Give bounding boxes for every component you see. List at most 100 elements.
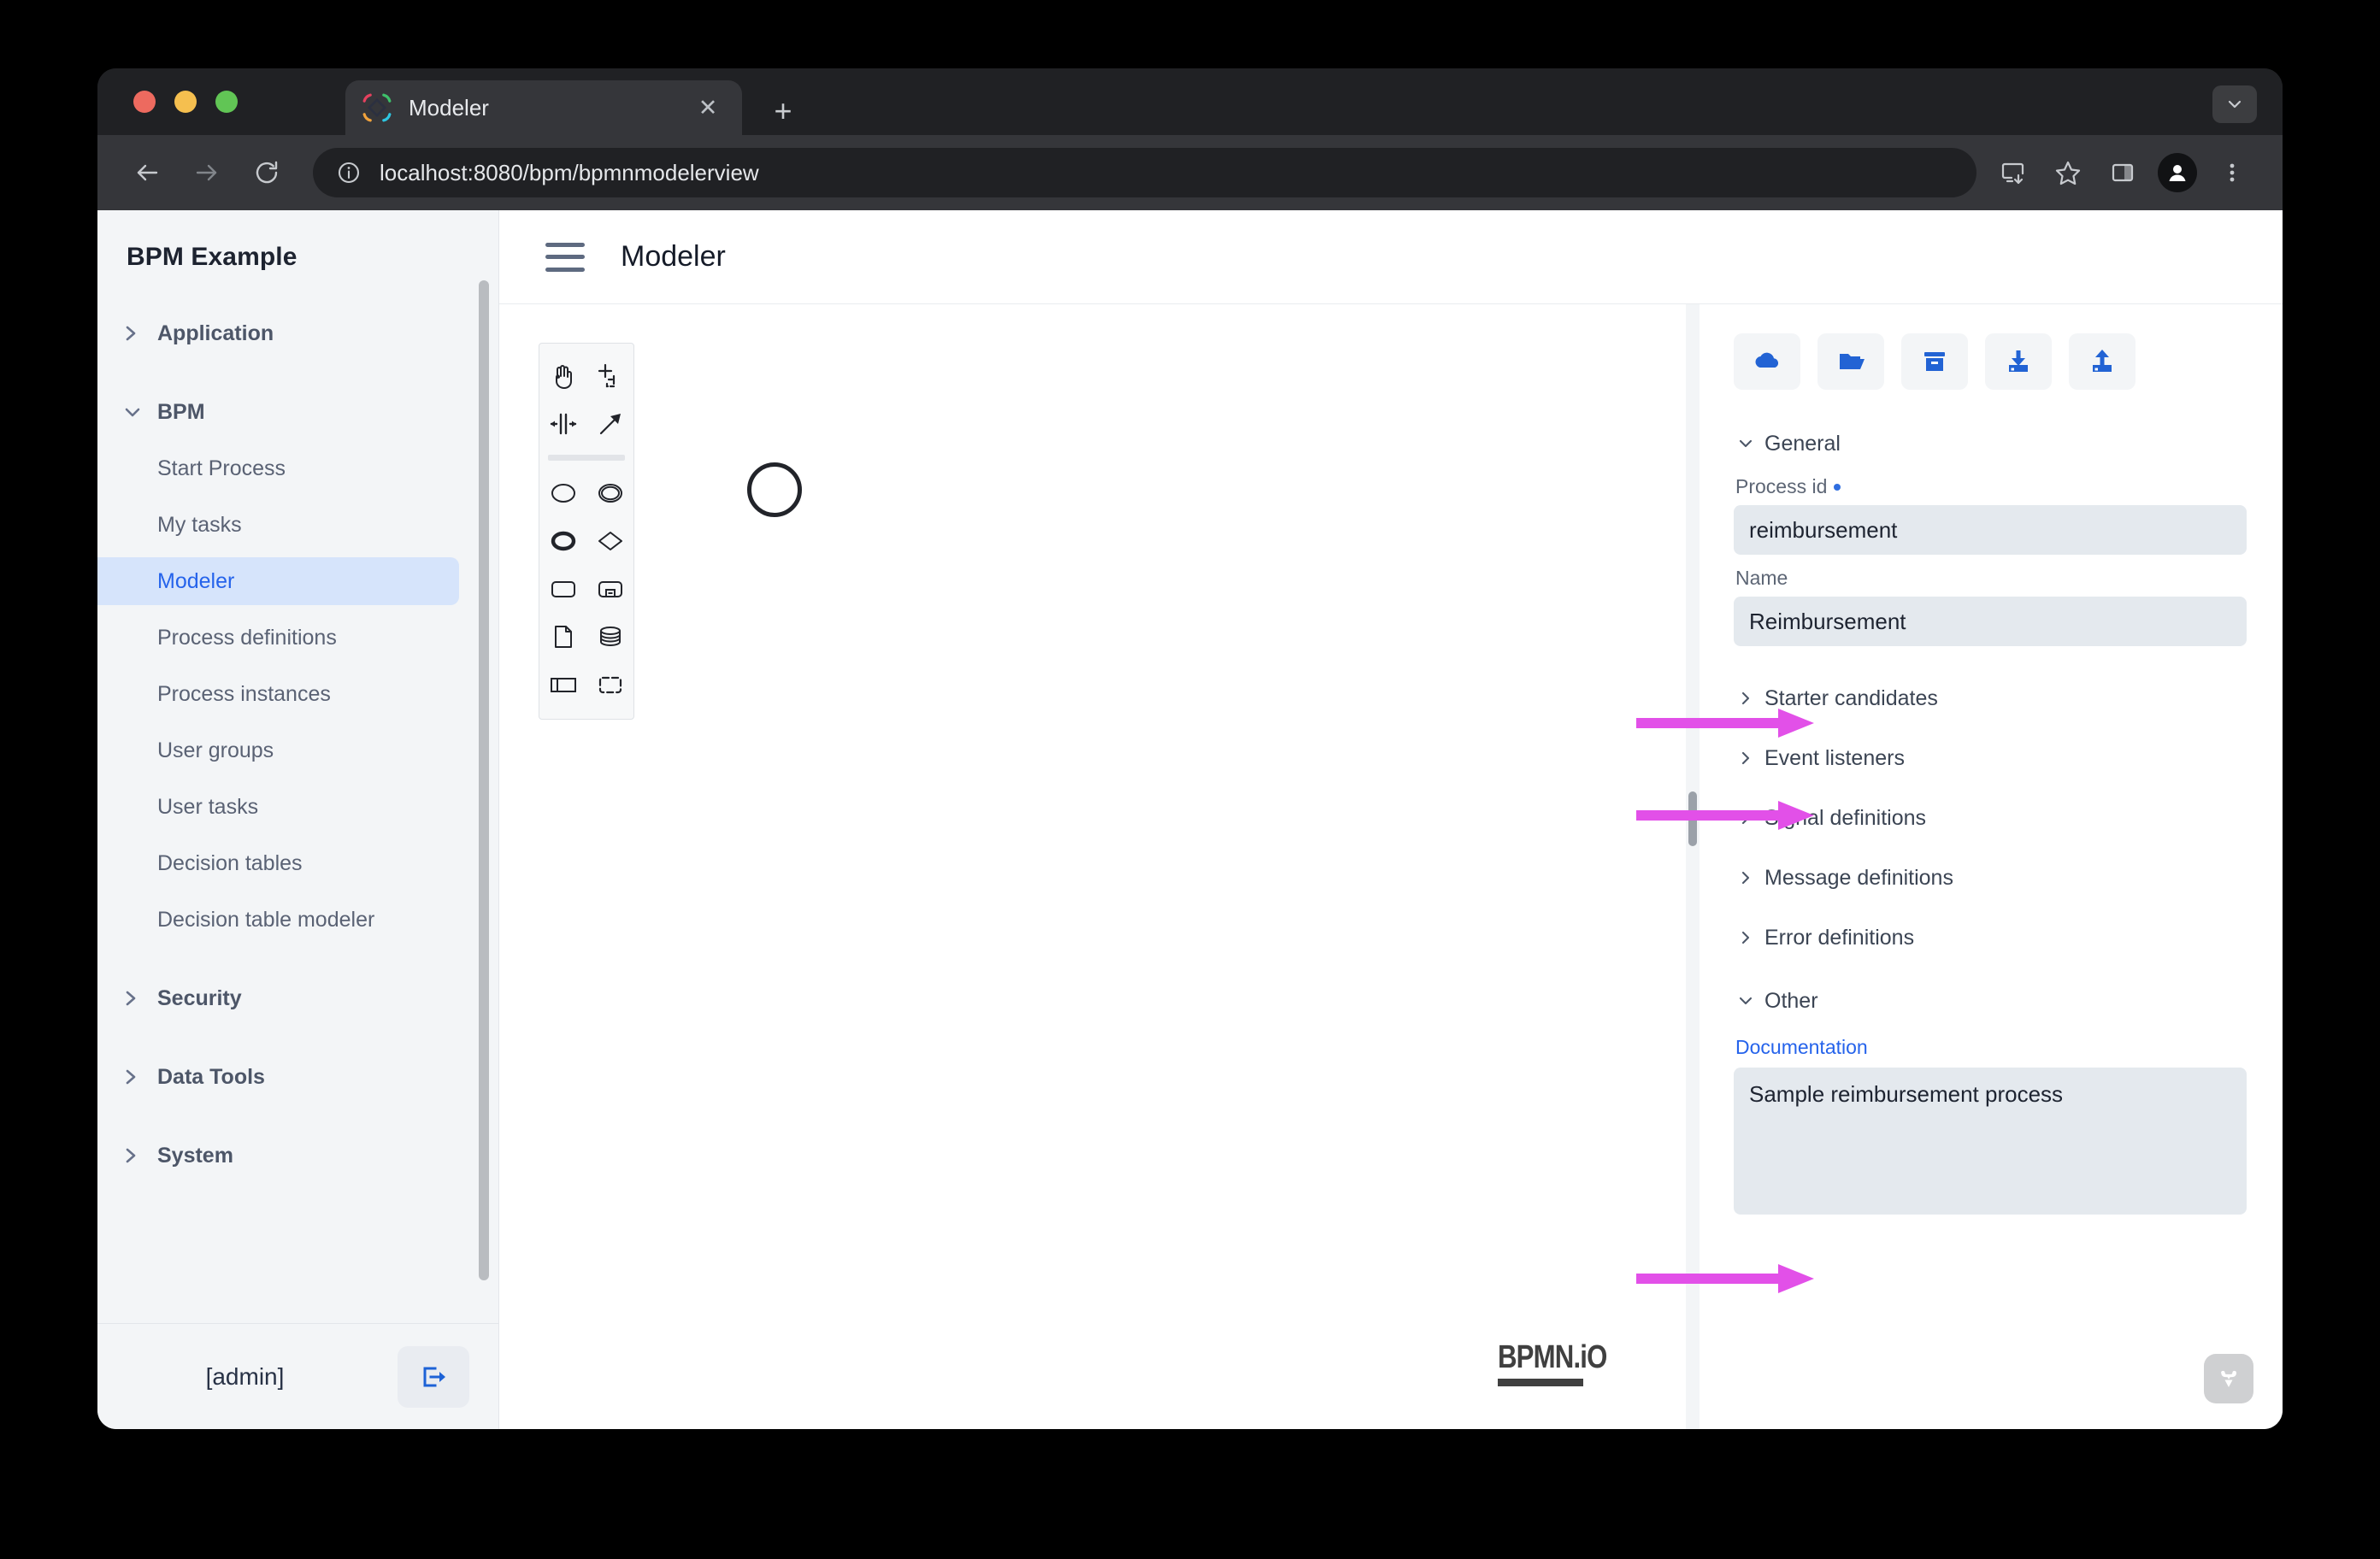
data-store-icon[interactable] <box>589 615 632 658</box>
logout-button[interactable] <box>398 1346 469 1408</box>
start-event-shape[interactable] <box>747 462 802 517</box>
sidebar-group-application[interactable]: Application <box>97 309 498 357</box>
properties-group-signal-definitions[interactable]: Signal definitions <box>1734 788 2247 848</box>
properties-group-other[interactable]: Other <box>1734 981 2247 1021</box>
properties-group-general[interactable]: General <box>1734 424 2247 463</box>
close-window-button[interactable] <box>133 91 156 113</box>
process-id-label-text: Process id <box>1735 475 1827 498</box>
sidebar-group-label: Application <box>157 321 274 346</box>
sidebar-item-decision-tables[interactable]: Decision tables <box>97 839 459 887</box>
bpmn-canvas[interactable]: BPMN.iO <box>499 304 1681 1429</box>
browser-toolbar: localhost:8080/bpm/bpmnmodelerview <box>97 135 2283 210</box>
close-icon[interactable]: ✕ <box>691 91 725 125</box>
sidebar-item-user-tasks[interactable]: User tasks <box>97 783 459 831</box>
chevron-down-icon <box>1734 991 1758 1010</box>
scrollbar-thumb[interactable] <box>1688 791 1697 846</box>
exclusive-gateway-icon[interactable] <box>589 520 632 562</box>
participant-pool-icon[interactable] <box>542 663 585 706</box>
sidebar-group-label: Data Tools <box>157 1065 265 1090</box>
main-region: Modeler <box>499 210 2283 1429</box>
name-input[interactable]: Reimbursement <box>1734 597 2247 646</box>
sidebar-footer: [admin] <box>97 1323 498 1429</box>
properties-group-message-definitions[interactable]: Message definitions <box>1734 848 2247 908</box>
canvas-panel-scrollbar[interactable] <box>1681 304 1703 1429</box>
address-bar[interactable]: localhost:8080/bpm/bpmnmodelerview <box>313 148 1976 197</box>
side-panel-icon[interactable] <box>2098 148 2147 197</box>
start-event-icon[interactable] <box>542 472 585 515</box>
properties-group-label: Event listeners <box>1764 746 1905 771</box>
bpmn-io-watermark-bar <box>1498 1379 1583 1386</box>
browser-tab-title: Modeler <box>409 95 691 121</box>
hamburger-menu-icon[interactable] <box>545 243 585 272</box>
process-id-input[interactable]: reimbursement <box>1734 505 2247 555</box>
bookmark-star-icon[interactable] <box>2043 148 2093 197</box>
sidebar-item-label: Decision tables <box>157 851 303 876</box>
documentation-textarea[interactable]: Sample reimbursement process <box>1734 1068 2247 1215</box>
connect-tool-icon[interactable] <box>589 403 632 445</box>
vaadin-logo-icon <box>2204 1354 2253 1403</box>
intermediate-event-icon[interactable] <box>589 472 632 515</box>
sidebar-group-bpm[interactable]: BPM <box>97 388 498 436</box>
bpmn-io-watermark: BPMN.iO <box>1498 1339 1631 1386</box>
data-object-icon[interactable] <box>542 615 585 658</box>
bpmn-palette <box>539 343 634 720</box>
sidebar-group-label: BPM <box>157 400 205 425</box>
chevron-right-icon <box>123 1145 149 1166</box>
sidebar-item-decision-table-modeler[interactable]: Decision table modeler <box>97 896 459 944</box>
group-icon[interactable] <box>589 663 632 706</box>
profile-avatar-icon[interactable] <box>2153 148 2202 197</box>
sidebar-group-label: Security <box>157 986 242 1011</box>
hand-tool-icon[interactable] <box>542 355 585 397</box>
sidebar-group-data-tools[interactable]: Data Tools <box>97 1053 498 1101</box>
browser-tab[interactable]: Modeler ✕ <box>345 80 742 135</box>
lasso-tool-icon[interactable] <box>589 355 632 397</box>
sidebar-group-system[interactable]: System <box>97 1132 498 1180</box>
nav-spacer <box>97 952 498 974</box>
install-app-icon[interactable] <box>1988 148 2038 197</box>
sidebar-item-process-instances[interactable]: Process instances <box>97 670 459 718</box>
new-tab-button[interactable]: + <box>766 94 800 128</box>
arrow-forward-icon[interactable] <box>183 149 231 197</box>
more-menu-icon[interactable] <box>2207 148 2257 197</box>
open-file-button[interactable] <box>1817 333 1884 390</box>
properties-group-event-listeners[interactable]: Event listeners <box>1734 728 2247 788</box>
end-event-icon[interactable] <box>542 520 585 562</box>
info-circle-icon[interactable] <box>332 156 366 190</box>
minimize-window-button[interactable] <box>174 91 197 113</box>
sidebar-item-modeler[interactable]: Modeler <box>97 557 459 605</box>
space-tool-icon[interactable] <box>542 403 585 445</box>
sidebar-item-label: Process instances <box>157 682 331 707</box>
collapsed-sections: Starter candidates Event listeners Signa… <box>1734 668 2247 968</box>
properties-group-starter-candidates[interactable]: Starter candidates <box>1734 668 2247 728</box>
sidebar-item-process-definitions[interactable]: Process definitions <box>97 614 459 662</box>
properties-toolbar <box>1734 333 2247 390</box>
arrow-back-icon[interactable] <box>123 149 171 197</box>
chevron-down-icon <box>123 402 149 422</box>
deploy-cloud-button[interactable] <box>1734 333 1800 390</box>
properties-group-error-definitions[interactable]: Error definitions <box>1734 908 2247 968</box>
task-icon[interactable] <box>542 568 585 610</box>
sidebar-scrollbar[interactable] <box>479 280 489 1280</box>
sidebar-item-my-tasks[interactable]: My tasks <box>97 501 459 549</box>
chevron-down-icon[interactable] <box>2212 85 2257 123</box>
sidebar-item-user-groups[interactable]: User groups <box>97 727 459 774</box>
properties-group-label: Signal definitions <box>1764 806 1926 831</box>
chevron-right-icon <box>123 1067 149 1087</box>
subprocess-icon[interactable] <box>589 568 632 610</box>
sidebar-item-start-process[interactable]: Start Process <box>97 444 459 492</box>
properties-group-label: Starter candidates <box>1764 686 1938 711</box>
scrollbar-track <box>1686 304 1700 1429</box>
archive-button[interactable] <box>1901 333 1968 390</box>
maximize-window-button[interactable] <box>215 91 238 113</box>
reload-icon[interactable] <box>243 149 291 197</box>
process-id-label: Process id <box>1735 475 2247 498</box>
download-button[interactable] <box>1985 333 2052 390</box>
properties-group-label: Message definitions <box>1764 866 1953 891</box>
required-indicator-icon <box>1834 484 1841 491</box>
sidebar-item-label: User groups <box>157 738 274 763</box>
vaadin-diamond-icon <box>362 93 392 122</box>
documentation-label[interactable]: Documentation <box>1735 1036 2247 1059</box>
upload-button[interactable] <box>2069 333 2136 390</box>
current-user-label: [admin] <box>127 1363 398 1391</box>
sidebar-group-security[interactable]: Security <box>97 974 498 1022</box>
